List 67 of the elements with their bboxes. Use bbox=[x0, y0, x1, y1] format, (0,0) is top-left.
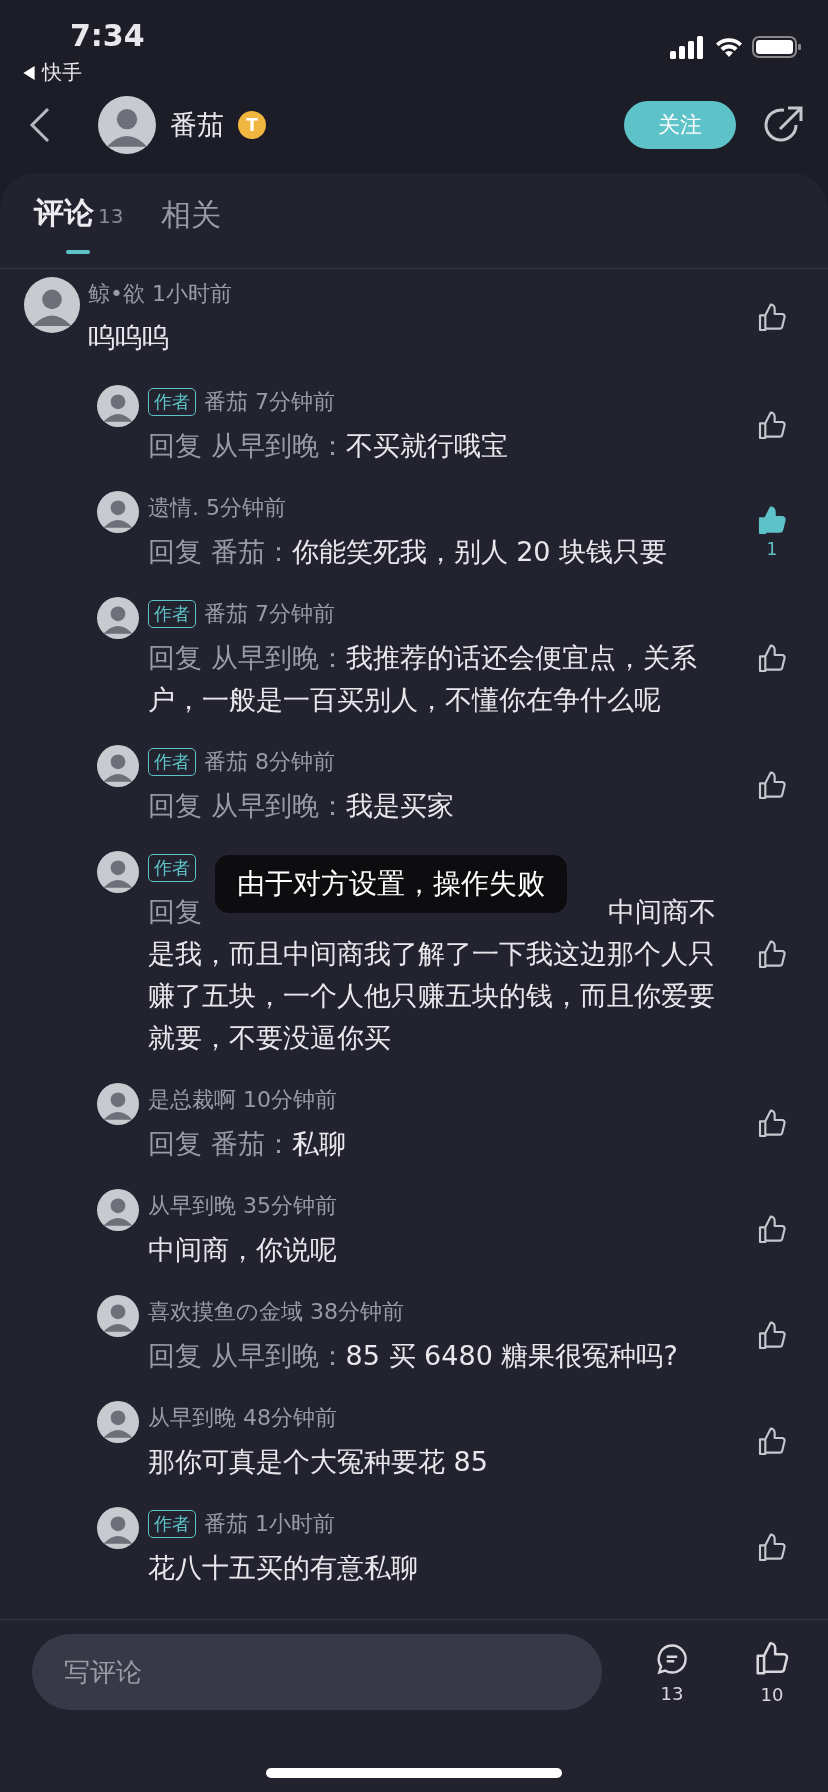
comment-meta: 番茄 7分钟前 bbox=[204, 600, 335, 628]
avatar[interactable] bbox=[97, 385, 139, 427]
author-badge: 作者 bbox=[148, 1510, 196, 1538]
avatar[interactable] bbox=[97, 1295, 139, 1337]
comment-meta: 番茄 7分钟前 bbox=[204, 388, 335, 416]
thumbs-up-icon[interactable] bbox=[756, 1426, 788, 1458]
thumbs-up-icon[interactable] bbox=[756, 643, 788, 675]
like-count: 1 bbox=[766, 539, 778, 559]
comment-text: 那你可真是个大冤种要花 85 bbox=[148, 1445, 489, 1479]
avatar[interactable] bbox=[98, 95, 156, 154]
avatar[interactable] bbox=[97, 851, 139, 893]
comment-text: 是我，而且中间商我了解了一下我这边那个人只赚了五块，一个人他只赚五块的钱，而且你爱要就要，不要没逼你买 bbox=[148, 937, 716, 1055]
comment-text: 回复 番茄：私聊 bbox=[148, 1127, 347, 1161]
header-name: 番茄 bbox=[170, 107, 224, 142]
comment-meta: 番茄 1小时前 bbox=[204, 1510, 335, 1538]
comment-text: 回复 从早到晚：不买就行哦宝 bbox=[148, 429, 509, 463]
avatar[interactable] bbox=[97, 597, 139, 639]
comment-text: 回复 番茄：你能笑死我，别人 20 块钱只要 bbox=[148, 535, 669, 569]
thumbs-up-icon[interactable] bbox=[756, 1320, 788, 1352]
comment-meta: 番茄 8分钟前 bbox=[204, 748, 335, 776]
battery-icon bbox=[752, 35, 802, 59]
author-badge: 作者 bbox=[148, 388, 196, 416]
toast-message: 由于对方设置，操作失败 bbox=[215, 855, 567, 913]
comment-meta: 鲸•欲 1小时前 bbox=[88, 280, 232, 308]
thumbs-up-icon[interactable] bbox=[756, 1108, 788, 1140]
comment-text: 回复 从早到晚：85 买 6480 糖果很冤种吗? bbox=[148, 1339, 679, 1373]
avatar[interactable] bbox=[97, 491, 139, 533]
comment-text: 中间商，你说呢 bbox=[148, 1233, 338, 1267]
thumbs-up-icon[interactable] bbox=[756, 505, 788, 537]
comment-input[interactable]: 写评论 bbox=[32, 1634, 602, 1710]
signal-icon bbox=[670, 35, 706, 59]
author-badge: 作者 bbox=[148, 748, 196, 776]
back-app-link[interactable]: 快手 bbox=[42, 59, 82, 86]
coin-badge: T bbox=[238, 110, 266, 139]
comment-text: 回复 从早到晚：我推荐的话还会便宜点，关系户，一般是一百买别人，不懂你在争什么呢 bbox=[148, 641, 698, 717]
thumbs-up-icon[interactable] bbox=[756, 939, 788, 971]
comment-text: 花八十五买的有意私聊 bbox=[148, 1551, 419, 1585]
avatar[interactable] bbox=[97, 1401, 139, 1443]
status-time: 7:34 bbox=[70, 18, 145, 53]
thumbs-up-icon[interactable] bbox=[756, 410, 788, 442]
thumbs-up-icon[interactable] bbox=[756, 1214, 788, 1246]
comment-meta: 遗情. 5分钟前 bbox=[148, 494, 286, 522]
comment-text: 回复 从早到晚：我是买家 bbox=[148, 789, 455, 823]
tab[interactable]: 相关 bbox=[161, 194, 222, 255]
thumbs-up-icon[interactable] bbox=[756, 770, 788, 802]
avatar[interactable] bbox=[97, 745, 139, 787]
comments-button[interactable]: 13 bbox=[642, 1640, 702, 1704]
thumbs-up-icon bbox=[753, 1639, 791, 1678]
thumbs-up-icon[interactable] bbox=[756, 1532, 788, 1564]
reply-label: 回复 bbox=[148, 895, 202, 929]
comment-text: 呜呜呜 bbox=[88, 321, 170, 355]
like-button[interactable]: 10 bbox=[742, 1639, 802, 1705]
author-badge: 作者 bbox=[148, 854, 196, 882]
comment-text: 中间商不 bbox=[608, 895, 716, 929]
comment-meta: 是总裁啊 10分钟前 bbox=[148, 1086, 337, 1114]
tab[interactable]: 评论 13 bbox=[34, 193, 124, 256]
avatar[interactable] bbox=[97, 1507, 139, 1549]
comment-meta: 从早到晚 48分钟前 bbox=[148, 1404, 337, 1432]
avatar[interactable] bbox=[97, 1189, 139, 1231]
comment-meta: 从早到晚 35分钟前 bbox=[148, 1192, 337, 1220]
avatar[interactable] bbox=[97, 1083, 139, 1125]
back-triangle-icon[interactable] bbox=[22, 65, 36, 80]
thumbs-up-icon[interactable] bbox=[756, 302, 788, 334]
avatar[interactable] bbox=[24, 277, 80, 333]
comment-meta: 喜欢摸鱼の金域 38分钟前 bbox=[148, 1298, 404, 1326]
wifi-icon bbox=[714, 35, 744, 59]
author-badge: 作者 bbox=[148, 600, 196, 628]
